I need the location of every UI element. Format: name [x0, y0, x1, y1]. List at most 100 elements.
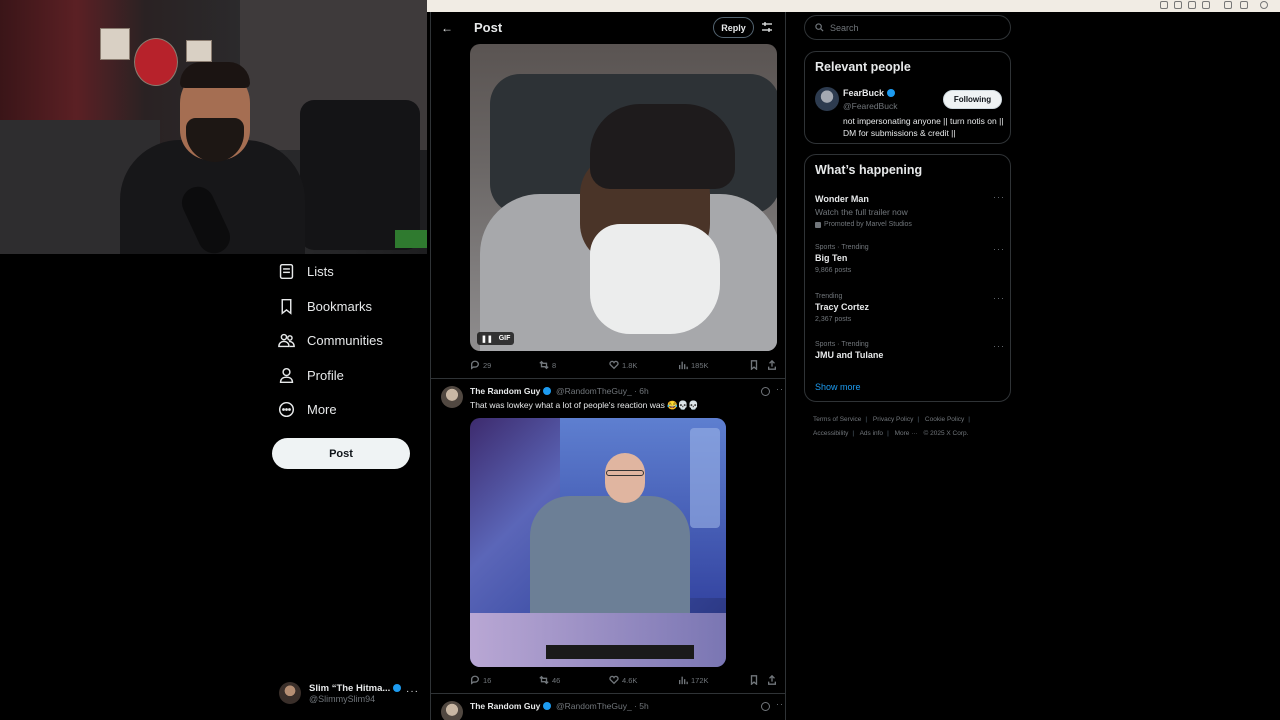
bookmark-icon: [750, 675, 758, 685]
divider: [431, 693, 785, 694]
person-handle[interactable]: @FearedBuck: [843, 101, 897, 111]
share-icon: [768, 675, 776, 685]
person-name[interactable]: FearBuck: [843, 88, 896, 98]
nav-profile[interactable]: Profile: [278, 367, 344, 384]
led-light: [395, 230, 427, 248]
post-button[interactable]: Post: [272, 438, 410, 469]
more-dots-icon[interactable]: ···: [776, 384, 785, 394]
wall-sign: [134, 38, 178, 86]
reply-action[interactable]: 16: [470, 675, 491, 685]
reply-action[interactable]: 29: [470, 360, 491, 370]
like-action[interactable]: 1.8K: [609, 360, 637, 370]
nav-lists[interactable]: Lists: [278, 263, 334, 280]
post-detail-column: ← Post Reply ❚❚ GIF 29 8 1.8K 185K The R…: [430, 12, 786, 720]
nav-bookmarks[interactable]: Bookmarks: [278, 298, 372, 315]
share-action[interactable]: [767, 675, 777, 685]
extension-icon[interactable]: [1160, 1, 1168, 9]
show-more-link[interactable]: Show more: [815, 382, 861, 392]
avatar[interactable]: [441, 701, 463, 720]
gif-badge[interactable]: ❚❚ GIF: [477, 332, 515, 345]
trend-item[interactable]: Trending Tracy Cortez 2,367 posts ···: [815, 293, 1005, 323]
trend-item[interactable]: Wonder Man Watch the full trailer now Pr…: [815, 192, 1005, 228]
footer-link[interactable]: Terms of Service: [813, 416, 861, 423]
post-gif-media[interactable]: ❚❚ GIF: [470, 44, 777, 351]
back-arrow-icon[interactable]: ←: [441, 21, 453, 35]
nav-more[interactable]: More: [278, 401, 337, 418]
share-action[interactable]: [767, 360, 777, 370]
more-dots-icon[interactable]: ···: [993, 192, 1005, 202]
more-dots-icon[interactable]: ···: [776, 699, 785, 709]
glasses: [606, 470, 644, 476]
author-name[interactable]: The Random Guy: [470, 701, 552, 711]
collections-icon[interactable]: [1224, 1, 1232, 9]
footer-link[interactable]: Ads info: [860, 430, 884, 437]
author-handle-time[interactable]: @RandomTheGuy_ · 6h: [556, 386, 649, 396]
heart-icon: [609, 360, 619, 370]
verified-badge-icon: [543, 702, 552, 710]
nav-communities[interactable]: Communities: [278, 332, 383, 349]
trend-item[interactable]: Sports · Trending Big Ten 9,866 posts ··…: [815, 244, 1005, 274]
promoted-label: Promoted by Marvel Studios: [815, 221, 1005, 228]
zoom-icon[interactable]: [1174, 1, 1182, 9]
verified-badge-icon: [393, 683, 402, 692]
following-button[interactable]: Following: [943, 90, 1002, 109]
views-action[interactable]: 185K: [678, 360, 709, 370]
avatar[interactable]: [815, 87, 839, 111]
browser-toolbar-strip: [427, 0, 1280, 12]
copyright: © 2025 X Corp.: [923, 430, 969, 437]
durag: [590, 104, 735, 189]
more-dots-icon[interactable]: ···: [406, 686, 419, 697]
reply-button[interactable]: Reply: [713, 17, 754, 38]
post-video-media[interactable]: [470, 418, 726, 667]
profile-icon: [279, 367, 294, 384]
author-handle-time[interactable]: @RandomTheGuy_ · 5h: [556, 701, 649, 711]
bookmark-action[interactable]: [749, 675, 759, 685]
repost-action[interactable]: 8: [539, 360, 556, 370]
footer-links: Terms of Service | Privacy Policy | Cookie…: [813, 416, 970, 437]
like-action[interactable]: 4.6K: [609, 675, 637, 685]
read-aloud-icon[interactable]: [1188, 1, 1196, 9]
search-icon: [815, 23, 824, 32]
bookmark-action[interactable]: [749, 360, 759, 370]
grok-icon[interactable]: [761, 387, 770, 396]
extensions-puzzle-icon[interactable]: [1240, 1, 1248, 9]
more-circle-icon: [278, 401, 295, 418]
filter-sliders-icon[interactable]: [761, 21, 773, 33]
repost-action[interactable]: 46: [539, 675, 560, 685]
card-heading: Relevant people: [815, 60, 911, 74]
grok-icon[interactable]: [761, 702, 770, 711]
account-switcher[interactable]: Slim “The Hitma... @SlimmySlim94 ···: [279, 678, 419, 708]
footer-link[interactable]: Accessibility: [813, 430, 848, 437]
footer-link[interactable]: Cookie Policy: [925, 416, 964, 423]
suit: [530, 496, 690, 626]
avatar[interactable]: [441, 386, 463, 408]
author-name[interactable]: The Random Guy: [470, 386, 552, 396]
whats-happening-card: What’s happening Wonder Man Watch the fu…: [804, 154, 1011, 402]
relevant-people-card: Relevant people FearBuck @FearedBuck Fol…: [804, 51, 1011, 144]
communities-icon: [278, 333, 295, 348]
account-name: Slim “The Hitma...: [309, 683, 402, 694]
wall-poster: [100, 28, 130, 60]
studio-panel: [690, 428, 720, 528]
account-handle: @SlimmySlim94: [309, 693, 376, 704]
nav-label: Profile: [307, 368, 344, 383]
face-mask: [590, 224, 720, 334]
repost-icon: [539, 675, 549, 685]
footer-link[interactable]: Privacy Policy: [873, 416, 913, 423]
trend-item[interactable]: Sports · Trending JMU and Tulane ···: [815, 341, 1005, 360]
more-dots-icon[interactable]: ···: [993, 341, 1005, 351]
post-header: ← Post Reply: [431, 12, 785, 44]
pause-icon: ❚❚: [481, 335, 493, 343]
views-action[interactable]: 172K: [678, 675, 709, 685]
more-dots-icon[interactable]: ···: [993, 293, 1005, 303]
webcam-overlay: [0, 0, 427, 254]
footer-link[interactable]: More ···: [895, 430, 918, 437]
browser-profile-icon[interactable]: [1260, 1, 1268, 9]
nav-label: Bookmarks: [307, 299, 373, 314]
avatar: [279, 682, 301, 704]
person-bio: not impersonating anyone || turn notis o…: [843, 116, 1004, 138]
more-dots-icon[interactable]: ···: [993, 244, 1005, 254]
favorite-icon[interactable]: [1202, 1, 1210, 9]
search-input[interactable]: [830, 22, 1000, 33]
streamer-hair: [180, 62, 250, 88]
